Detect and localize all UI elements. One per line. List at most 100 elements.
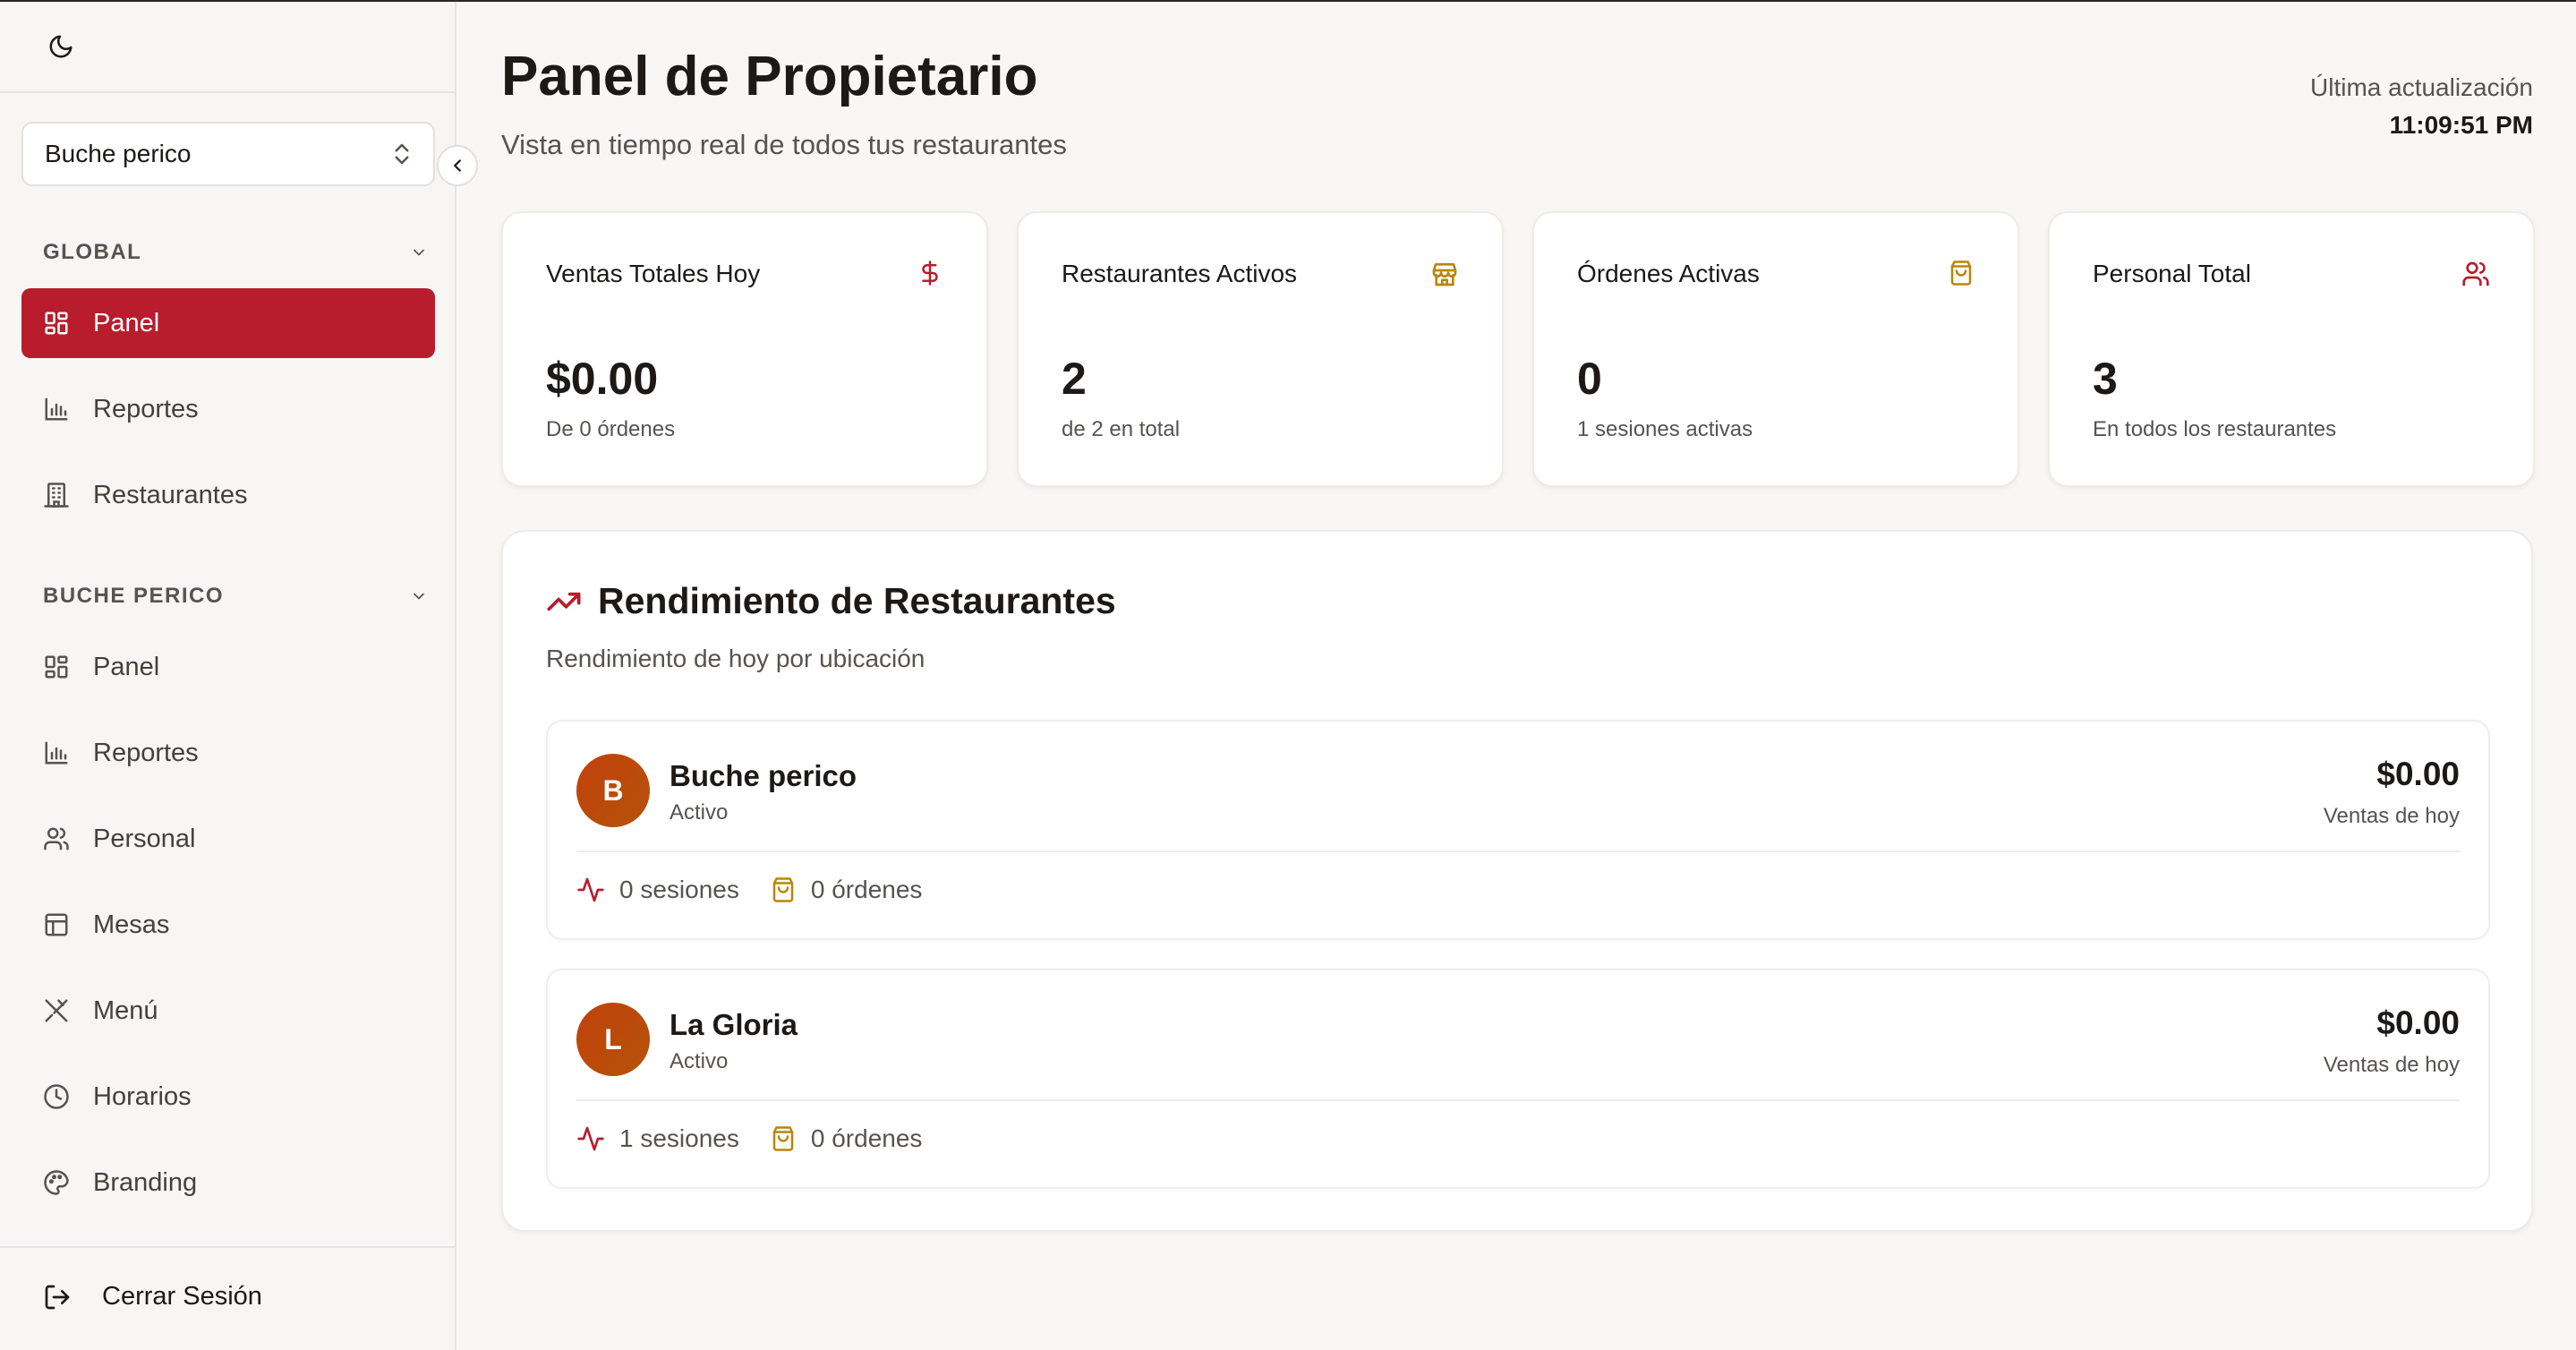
chevron-left-icon (454, 159, 461, 172)
sidebar-item-global-reportes[interactable]: Reportes (21, 374, 435, 444)
chevron-up-down-icon (395, 143, 409, 165)
logout-button[interactable]: Cerrar Sesión (43, 1282, 262, 1312)
restaurant-selector-value: Buche perico (45, 140, 192, 167)
bar-chart-icon (45, 741, 68, 765)
sessions-count: 0 sesiones (619, 876, 739, 903)
sidebar-item-label: Restaurantes (93, 480, 248, 509)
stat-title: Órdenes Activas (1577, 260, 1760, 287)
restaurant-sales-label: Ventas de hoy (2323, 804, 2460, 828)
orders-count: 0 órdenes (810, 1124, 923, 1152)
stat-value: 2 (1062, 354, 1087, 404)
performance-subtitle: Rendimiento de hoy por ubicación (546, 645, 925, 672)
bar-chart-icon (45, 397, 68, 421)
sidebar-item-personal[interactable]: Personal (21, 804, 435, 874)
last-updated: Última actualización 11:09:51 PM (2310, 73, 2533, 140)
page-subtitle: Vista en tiempo real de todos tus restau… (501, 129, 1067, 160)
stat-title: Restaurantes Activos (1062, 260, 1298, 287)
orders-count: 0 órdenes (810, 876, 923, 903)
restaurant-sales-label: Ventas de hoy (2323, 1053, 2460, 1077)
restaurant-sales-amount: $0.00 (2376, 756, 2460, 792)
sidebar-item-branding[interactable]: Branding (21, 1148, 435, 1218)
grid-icon (45, 655, 68, 679)
theme-toggle-button[interactable] (47, 32, 75, 61)
page-title: Panel de Propietario (501, 46, 1038, 107)
divider (576, 850, 2460, 852)
sidebar-footer: Cerrar Sesión (0, 1246, 455, 1350)
restaurant-status: Activo (670, 800, 729, 825)
stat-value: 3 (2093, 354, 2118, 404)
sidebar-item-menu[interactable]: Menú (21, 976, 435, 1046)
logout-label: Cerrar Sesión (102, 1282, 262, 1311)
last-updated-time: 11:09:51 PM (2389, 111, 2533, 139)
sidebar-item-label: Menú (93, 995, 158, 1025)
activity-icon (577, 877, 604, 902)
sidebar-item-global-restaurantes[interactable]: Restaurantes (21, 460, 435, 530)
sidebar-item-label: Panel (93, 308, 160, 338)
users-icon (2462, 261, 2489, 286)
sidebar-item-label: Reportes (93, 394, 199, 423)
sidebar-item-label: Panel (93, 652, 160, 681)
restaurant-card-buche-perico[interactable]: B Buche perico Activo $0.00 Ventas de ho… (546, 720, 2490, 940)
chevron-down-icon (414, 593, 424, 600)
dollar-icon (922, 261, 938, 286)
sidebar-item-panel[interactable]: Panel (21, 632, 435, 702)
last-updated-label: Última actualización (2310, 73, 2533, 101)
sidebar-item-label: Personal (93, 824, 196, 853)
restaurant-metrics: 0 sesiones 0 órdenes (576, 876, 952, 904)
sidebar-item-reportes[interactable]: Reportes (21, 718, 435, 788)
restaurant-selector[interactable]: Buche perico (21, 122, 435, 186)
activity-icon (577, 1126, 604, 1151)
restaurant-card-la-gloria[interactable]: L La Gloria Activo $0.00 Ventas de hoy 1… (546, 969, 2490, 1189)
stat-card-sales: Ventas Totales Hoy $0.00 De 0 órdenes (501, 211, 988, 487)
sidebar-item-horarios[interactable]: Horarios (21, 1062, 435, 1132)
divider (576, 1099, 2460, 1101)
sessions-count: 1 sesiones (619, 1124, 739, 1152)
store-icon (1432, 263, 1457, 286)
avatar: B (576, 754, 650, 827)
restaurant-sales: $0.00 Ventas de hoy (2324, 1004, 2460, 1078)
chevron-down-icon (414, 249, 424, 256)
sidebar-item-label: Mesas (93, 910, 170, 939)
orders-metric: 0 órdenes (770, 876, 923, 904)
restaurant-name: La Gloria (670, 1008, 798, 1041)
nav-group-buche-perico[interactable]: BUCHE PERICO (43, 584, 428, 609)
utensils-icon (45, 999, 68, 1022)
sidebar-item-label: Reportes (93, 738, 199, 767)
palette-icon (44, 1170, 69, 1195)
restaurant-sales-amount: $0.00 (2376, 1004, 2460, 1041)
orders-metric: 0 órdenes (770, 1124, 923, 1153)
shopping-bag-icon (772, 877, 794, 902)
restaurant-name: Buche perico (670, 759, 857, 792)
stat-desc: de 2 en total (1062, 417, 1181, 441)
sessions-metric: 1 sesiones (576, 1124, 739, 1153)
restaurant-status: Activo (670, 1049, 729, 1073)
stat-card-orders: Órdenes Activas 0 1 sesiones activas (1532, 211, 2019, 487)
sidebar-item-label: Horarios (93, 1081, 192, 1111)
restaurant-metrics: 1 sesiones 0 órdenes (576, 1124, 952, 1153)
sidebar-top (0, 2, 455, 93)
shopping-bag-icon (1950, 261, 1972, 286)
collapse-sidebar-button[interactable] (437, 145, 478, 186)
sidebar-item-global-panel[interactable]: Panel (21, 288, 435, 358)
table-icon (45, 913, 68, 936)
nav-group-label: BUCHE PERICO (43, 584, 225, 608)
sessions-metric: 0 sesiones (576, 876, 739, 904)
trending-up-icon (547, 592, 581, 611)
sidebar-item-mesas[interactable]: Mesas (21, 890, 435, 960)
restaurant-performance-panel: Rendimiento de Restaurantes Rendimiento … (501, 530, 2533, 1232)
main-content: Panel de Propietario Vista en tiempo rea… (456, 2, 2576, 1350)
stat-card-staff: Personal Total 3 En todos los restaurant… (2048, 211, 2535, 487)
performance-title-text: Rendimiento de Restaurantes (598, 580, 1116, 621)
users-icon (44, 827, 69, 850)
shopping-bag-icon (772, 1126, 794, 1151)
nav-group-label: GLOBAL (43, 240, 142, 264)
nav-group-global[interactable]: GLOBAL (43, 240, 428, 265)
performance-title: Rendimiento de Restaurantes (546, 580, 1116, 622)
grid-icon (45, 312, 68, 335)
sidebar: Buche perico GLOBAL Panel Reportes Resta… (0, 2, 478, 1350)
moon-icon (49, 35, 73, 58)
stat-desc: De 0 órdenes (546, 417, 676, 441)
stat-title: Ventas Totales Hoy (546, 260, 761, 287)
stat-card-restaurants: Restaurantes Activos 2 de 2 en total (1017, 211, 1504, 487)
stat-desc: En todos los restaurantes (2093, 417, 2337, 441)
